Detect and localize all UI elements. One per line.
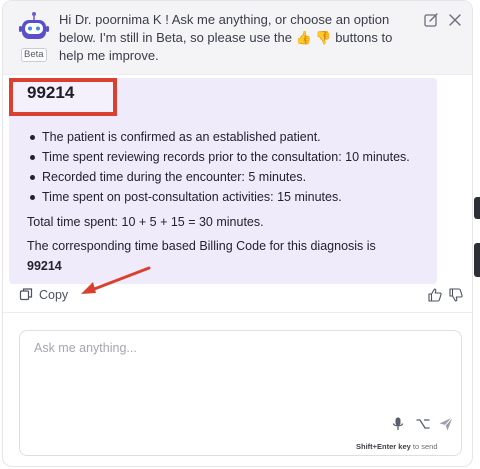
answer-bullet-list: The patient is confirmed as an establish… [27, 127, 437, 207]
bot-avatar-icon [19, 12, 49, 39]
list-item: Recorded time during the encounter: 5 mi… [27, 167, 437, 187]
send-hint-text: to send [412, 442, 438, 451]
edit-icon[interactable] [422, 11, 440, 29]
billing-summary: The corresponding time based Billing Cod… [27, 236, 427, 276]
chat-header: Beta Hi Dr. poornima K ! Ask me anything… [3, 1, 472, 75]
send-hint: Shift+Enter key to send [356, 442, 438, 451]
composer: Shift+Enter key to send [19, 330, 462, 456]
thumbs-down-icon[interactable] [448, 287, 464, 303]
copy-icon [19, 287, 33, 304]
billing-text: The corresponding time based Billing Cod… [27, 239, 376, 253]
send-icon[interactable] [438, 416, 454, 432]
chat-panel: Beta Hi Dr. poornima K ! Ask me anything… [2, 0, 473, 467]
bot-avatar: Beta [16, 10, 52, 62]
page-edge-element [474, 197, 480, 219]
mic-icon[interactable] [390, 416, 406, 432]
billing-code-value: 99214 [27, 259, 62, 273]
copy-button[interactable]: Copy [19, 287, 68, 303]
thumbs-up-icon[interactable] [427, 287, 443, 303]
list-item: The patient is confirmed as an establish… [27, 127, 437, 147]
divider [3, 312, 472, 313]
beta-badge: Beta [21, 48, 47, 62]
list-item: Time spent on post-consultation activiti… [27, 187, 437, 207]
copy-label: Copy [39, 288, 69, 302]
assistant-answer: 99214 The patient is confirmed as an est… [9, 78, 437, 284]
chat-input[interactable] [34, 341, 444, 401]
close-icon[interactable] [446, 11, 464, 29]
send-hint-keys: Shift+Enter key [356, 442, 411, 451]
billing-code-title: 99214 [27, 83, 75, 102]
shortcut-icon[interactable] [415, 416, 431, 432]
list-item: Time spent reviewing records prior to th… [27, 147, 437, 167]
total-time-text: Total time spent: 10 + 5 + 15 = 30 minut… [27, 215, 264, 229]
greeting-message: Hi Dr. poornima K ! Ask me anything, or … [59, 12, 393, 63]
page-edge-element [474, 243, 480, 277]
